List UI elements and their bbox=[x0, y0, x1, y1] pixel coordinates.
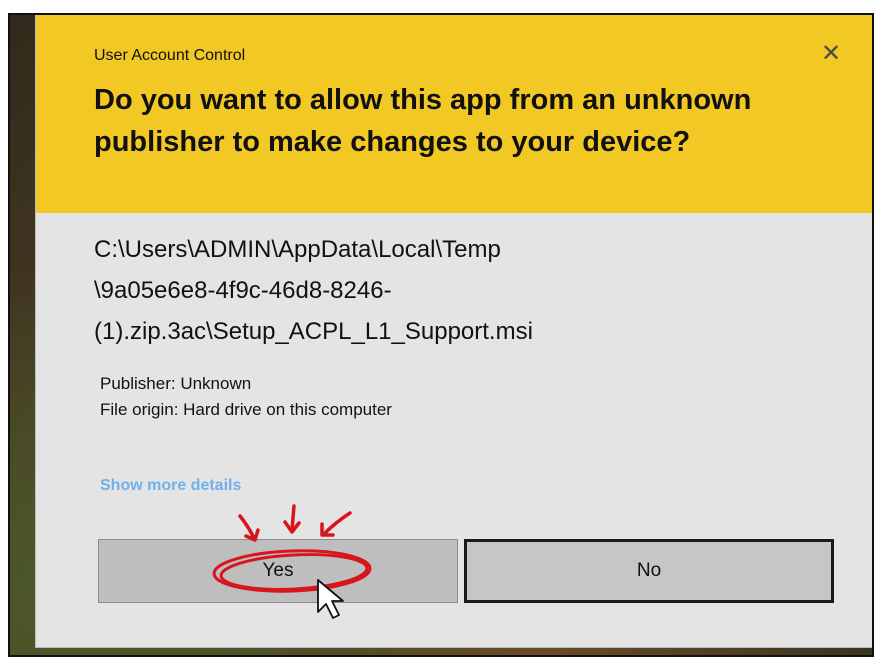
uac-dialog: User Account Control ✕ Do you want to al… bbox=[36, 15, 872, 647]
screenshot-frame: User Account Control ✕ Do you want to al… bbox=[8, 13, 874, 657]
dialog-question: Do you want to allow this app from an un… bbox=[94, 84, 752, 158]
dialog-caption: User Account Control bbox=[94, 47, 246, 64]
path-line: C:\Users\ADMIN\AppData\Local\Temp bbox=[94, 236, 501, 263]
close-icon[interactable]: ✕ bbox=[818, 41, 844, 67]
file-origin-label: File origin: Hard drive on this computer bbox=[100, 400, 392, 419]
program-info: Publisher: Unknown File origin: Hard dri… bbox=[100, 371, 392, 423]
publisher-label: Publisher: Unknown bbox=[100, 374, 252, 393]
path-line: \9a05e6e8-4f9c-46d8-8246- bbox=[94, 277, 392, 304]
yes-button[interactable]: Yes bbox=[98, 539, 458, 603]
show-more-details-link[interactable]: Show more details bbox=[100, 477, 241, 495]
path-line: (1).zip.3ac\Setup_ACPL_L1_Support.msi bbox=[94, 318, 533, 345]
yes-button-label: Yes bbox=[262, 560, 294, 581]
no-button[interactable]: No bbox=[464, 539, 834, 603]
no-button-label: No bbox=[636, 560, 662, 581]
program-path: C:\Users\ADMIN\AppData\Local\Temp \9a05e… bbox=[94, 229, 794, 352]
dialog-header: User Account Control ✕ Do you want to al… bbox=[36, 15, 872, 213]
